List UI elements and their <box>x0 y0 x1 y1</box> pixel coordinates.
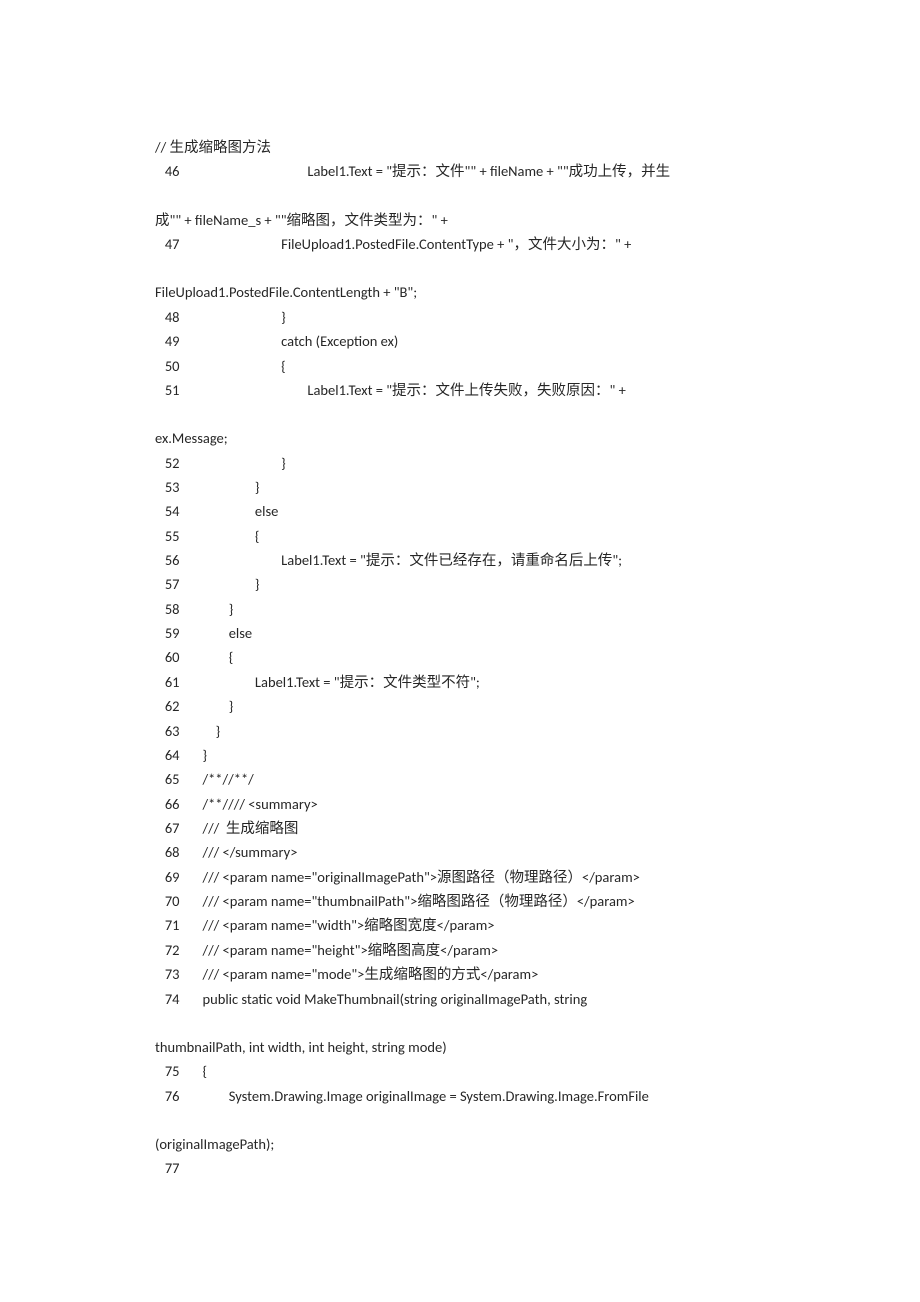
code-line: 50 { <box>155 354 765 378</box>
code-continuation: thumbnailPath, int width, int height, st… <box>155 1035 765 1059</box>
code-line: 54 else <box>155 499 765 523</box>
code-line: 69 /// <param name="originalImagePath">源… <box>155 865 765 889</box>
blank-line <box>155 256 765 280</box>
code-line: 64 } <box>155 743 765 767</box>
code-line: 77 <box>155 1156 765 1180</box>
code-line: 60 { <box>155 645 765 669</box>
code-line: 67 /// 生成缩略图 <box>155 816 765 840</box>
blank-line <box>155 1108 765 1132</box>
blank-line <box>155 184 765 208</box>
code-line: 59 else <box>155 621 765 645</box>
code-line: 58 } <box>155 597 765 621</box>
code-continuation: 成"" + fileName_s + ""缩略图，文件类型为：" + <box>155 208 765 232</box>
code-line: 76 System.Drawing.Image originalImage = … <box>155 1084 765 1108</box>
code-line: 55 { <box>155 524 765 548</box>
code-line: 70 /// <param name="thumbnailPath">缩略图路径… <box>155 889 765 913</box>
code-line: 56 Label1.Text = "提示：文件已经存在，请重命名后上传"; <box>155 548 765 572</box>
page-title: // 生成缩略图方法 <box>155 135 765 159</box>
code-line: 65 /**//**/ <box>155 767 765 791</box>
code-line: 61 Label1.Text = "提示：文件类型不符"; <box>155 670 765 694</box>
code-line: 48 } <box>155 305 765 329</box>
code-line: 72 /// <param name="height">缩略图高度</param… <box>155 938 765 962</box>
blank-line <box>155 1011 765 1035</box>
code-continuation: (originalImagePath); <box>155 1132 765 1156</box>
code-line: 52 } <box>155 451 765 475</box>
code-line: 71 /// <param name="width">缩略图宽度</param> <box>155 913 765 937</box>
code-line: 53 } <box>155 475 765 499</box>
code-line: 74 public static void MakeThumbnail(stri… <box>155 987 765 1011</box>
code-line: 66 /**//// <summary> <box>155 792 765 816</box>
code-continuation: ex.Message; <box>155 426 765 450</box>
code-line: 68 /// </summary> <box>155 840 765 864</box>
code-line: 73 /// <param name="mode">生成缩略图的方式</para… <box>155 962 765 986</box>
code-line: 46 Label1.Text = "提示：文件"" + fileName + "… <box>155 159 765 183</box>
code-continuation: FileUpload1.PostedFile.ContentLength + "… <box>155 280 765 304</box>
blank-line <box>155 402 765 426</box>
code-line: 57 } <box>155 572 765 596</box>
code-line: 62 } <box>155 694 765 718</box>
document-page: // 生成缩略图方法 46 Label1.Text = "提示：文件"" + f… <box>0 0 920 1241</box>
code-line: 49 catch (Exception ex) <box>155 329 765 353</box>
code-line: 63 } <box>155 719 765 743</box>
code-line: 51 Label1.Text = "提示：文件上传失败，失败原因：" + <box>155 378 765 402</box>
code-block: 46 Label1.Text = "提示：文件"" + fileName + "… <box>155 159 765 1180</box>
code-line: 75 { <box>155 1059 765 1083</box>
code-line: 47 FileUpload1.PostedFile.ContentType + … <box>155 232 765 256</box>
